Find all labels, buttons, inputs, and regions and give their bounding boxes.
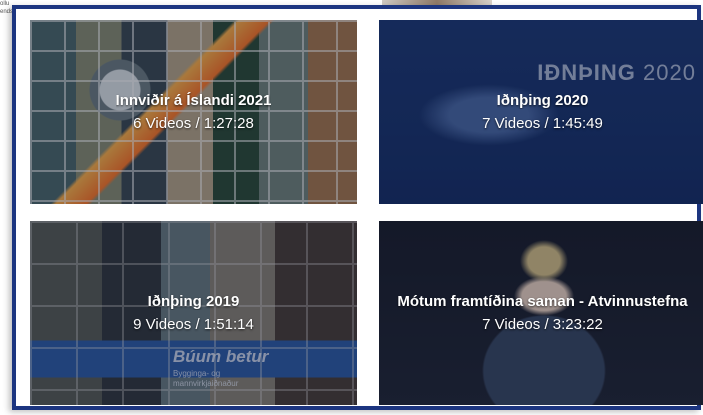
playlist-tile-innvidir-2021[interactable]: Innviðir á Íslandi 2021 6 Videos / 1:27:… bbox=[30, 20, 357, 204]
playlist-tile-idnthing-2019[interactable]: Búum betur Bygginga- og mannvirkjaiðnaðu… bbox=[30, 221, 357, 405]
playlist-count: 9 Videos / 1:51:14 bbox=[133, 316, 254, 333]
playlist-tile-idnthing-2020[interactable]: IÐNÞING 2020 Iðnþing 2020 7 Videos / 1:4… bbox=[379, 20, 703, 204]
playlist-title[interactable]: Iðnþing 2020 bbox=[497, 92, 589, 109]
playlist-title[interactable]: Mótum framtíðina saman - Atvinnustefna bbox=[397, 293, 687, 310]
playlist-title[interactable]: Iðnþing 2019 bbox=[148, 293, 240, 310]
playlist-count: 7 Videos / 3:23:22 bbox=[482, 316, 603, 333]
playlists-panel: Innviðir á Íslandi 2021 6 Videos / 1:27:… bbox=[12, 5, 703, 410]
playlist-count: 6 Videos / 1:27:28 bbox=[133, 115, 254, 132]
playlist-count: 7 Videos / 1:45:49 bbox=[482, 115, 603, 132]
playlist-title[interactable]: Innviðir á Íslandi 2021 bbox=[116, 92, 272, 109]
playlist-tile-motum-framtidina[interactable]: Mótum framtíðina saman - Atvinnustefna 7… bbox=[379, 221, 703, 405]
